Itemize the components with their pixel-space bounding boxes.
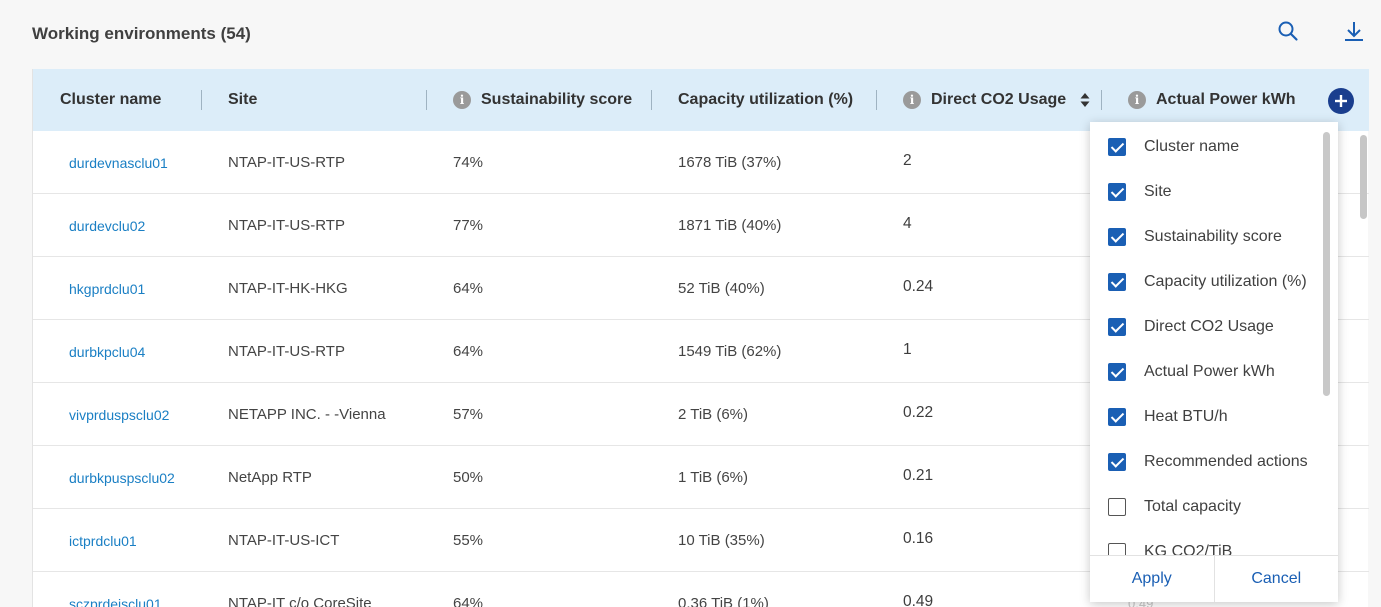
co2-cell: 2 bbox=[903, 151, 912, 169]
cluster-name-link[interactable]: ictprdclu01 bbox=[69, 509, 137, 572]
apply-button[interactable]: Apply bbox=[1090, 556, 1215, 602]
column-header-sustainability-score[interactable]: i Sustainability score bbox=[453, 69, 632, 131]
column-option-kg-co2-tib[interactable]: KG CO2/TiB bbox=[1090, 529, 1338, 555]
checkbox-unchecked[interactable] bbox=[1108, 497, 1126, 516]
column-divider[interactable] bbox=[1101, 90, 1102, 110]
info-icon[interactable]: i bbox=[1128, 91, 1146, 109]
column-header-direct-co2[interactable]: i Direct CO2 Usage bbox=[903, 69, 1090, 131]
column-header-capacity-utilization[interactable]: Capacity utilization (%) bbox=[678, 69, 853, 131]
co2-cell: 0.16 bbox=[903, 529, 934, 547]
capacity-cell: 2 TiB (6%) bbox=[678, 406, 749, 423]
co2-cell: 0.22 bbox=[903, 403, 934, 421]
plus-icon bbox=[1335, 95, 1347, 107]
column-option-direct-co2[interactable]: Direct CO2 Usage bbox=[1090, 304, 1338, 349]
add-column-button[interactable] bbox=[1328, 88, 1354, 114]
checkbox-checked[interactable] bbox=[1108, 227, 1126, 246]
column-option-recommended-actions[interactable]: Recommended actions bbox=[1090, 439, 1338, 484]
score-cell: 55% bbox=[453, 532, 484, 549]
site-cell: NTAP-IT-US-RTP bbox=[228, 154, 345, 171]
site-cell: NETAPP INC. - -Vienna bbox=[228, 406, 386, 423]
column-options-list: Cluster name Site Sustainability score C… bbox=[1090, 122, 1338, 555]
co2-cell: 0.21 bbox=[903, 466, 934, 484]
table-scrollbar[interactable] bbox=[1360, 135, 1367, 219]
checkbox-checked[interactable] bbox=[1108, 407, 1126, 426]
column-option-sustainability-score[interactable]: Sustainability score bbox=[1090, 214, 1338, 259]
checkbox-unchecked[interactable] bbox=[1108, 542, 1126, 555]
site-cell: NTAP-IT-US-ICT bbox=[228, 532, 340, 549]
score-cell: 50% bbox=[453, 469, 484, 486]
site-cell: NTAP-IT-US-RTP bbox=[228, 343, 345, 360]
capacity-cell: 0.36 TiB (1%) bbox=[678, 595, 769, 607]
capacity-cell: 1678 TiB (37%) bbox=[678, 154, 782, 171]
capacity-cell: 10 TiB (35%) bbox=[678, 532, 765, 549]
cluster-name-link[interactable]: sczprdejsclu01 bbox=[69, 572, 162, 607]
search-icon[interactable] bbox=[1277, 20, 1299, 42]
co2-cell: 4 bbox=[903, 214, 912, 232]
checkbox-checked[interactable] bbox=[1108, 182, 1126, 201]
capacity-cell: 52 TiB (40%) bbox=[678, 280, 765, 297]
checkbox-checked[interactable] bbox=[1108, 137, 1126, 156]
download-icon[interactable] bbox=[1343, 20, 1365, 42]
capacity-cell: 1871 TiB (40%) bbox=[678, 217, 782, 234]
column-option-cluster-name[interactable]: Cluster name bbox=[1090, 124, 1338, 169]
checkbox-checked[interactable] bbox=[1108, 362, 1126, 381]
cluster-name-link[interactable]: durdevnasclu01 bbox=[69, 131, 168, 194]
column-option-capacity-utilization[interactable]: Capacity utilization (%) bbox=[1090, 259, 1338, 304]
score-cell: 74% bbox=[453, 154, 484, 171]
cluster-name-link[interactable]: durdevclu02 bbox=[69, 194, 145, 257]
column-divider[interactable] bbox=[876, 90, 877, 110]
site-cell: NetApp RTP bbox=[228, 469, 312, 486]
score-cell: 64% bbox=[453, 595, 484, 607]
checkbox-checked[interactable] bbox=[1108, 317, 1126, 336]
site-cell: NTAP-IT-US-RTP bbox=[228, 217, 345, 234]
site-cell: NTAP-IT c/o CoreSite bbox=[228, 595, 372, 607]
column-header-cluster-name[interactable]: Cluster name bbox=[60, 69, 161, 131]
popup-scrollbar[interactable] bbox=[1323, 132, 1330, 396]
score-cell: 77% bbox=[453, 217, 484, 234]
score-cell: 64% bbox=[453, 343, 484, 360]
cluster-name-link[interactable]: durbkpuspsclu02 bbox=[69, 446, 175, 509]
cancel-button[interactable]: Cancel bbox=[1215, 556, 1339, 602]
column-option-actual-power[interactable]: Actual Power kWh bbox=[1090, 349, 1338, 394]
co2-cell: 0.24 bbox=[903, 277, 934, 295]
capacity-cell: 1 TiB (6%) bbox=[678, 469, 749, 486]
column-option-site[interactable]: Site bbox=[1090, 169, 1338, 214]
cluster-name-link[interactable]: durbkpclu04 bbox=[69, 320, 145, 383]
column-option-heat[interactable]: Heat BTU/h bbox=[1090, 394, 1338, 439]
checkbox-checked[interactable] bbox=[1108, 452, 1126, 471]
co2-cell: 0.49 bbox=[903, 592, 934, 607]
info-icon[interactable]: i bbox=[453, 91, 471, 109]
column-divider[interactable] bbox=[201, 90, 202, 110]
popup-footer: Apply Cancel bbox=[1090, 555, 1338, 602]
page-title: Working environments (54) bbox=[32, 24, 251, 43]
capacity-cell: 1549 TiB (62%) bbox=[678, 343, 782, 360]
sort-icon[interactable] bbox=[1080, 92, 1090, 108]
info-icon[interactable]: i bbox=[903, 91, 921, 109]
column-picker-popup: Cluster name Site Sustainability score C… bbox=[1090, 122, 1338, 602]
score-cell: 64% bbox=[453, 280, 484, 297]
column-divider[interactable] bbox=[426, 90, 427, 110]
column-header-site[interactable]: Site bbox=[228, 69, 257, 131]
cluster-name-link[interactable]: vivprduspsclu02 bbox=[69, 383, 169, 446]
co2-cell: 1 bbox=[903, 340, 912, 358]
column-divider[interactable] bbox=[651, 90, 652, 110]
column-option-total-capacity[interactable]: Total capacity bbox=[1090, 484, 1338, 529]
score-cell: 57% bbox=[453, 406, 484, 423]
checkbox-checked[interactable] bbox=[1108, 272, 1126, 291]
cluster-name-link[interactable]: hkgprdclu01 bbox=[69, 257, 145, 320]
site-cell: NTAP-IT-HK-HKG bbox=[228, 280, 348, 297]
